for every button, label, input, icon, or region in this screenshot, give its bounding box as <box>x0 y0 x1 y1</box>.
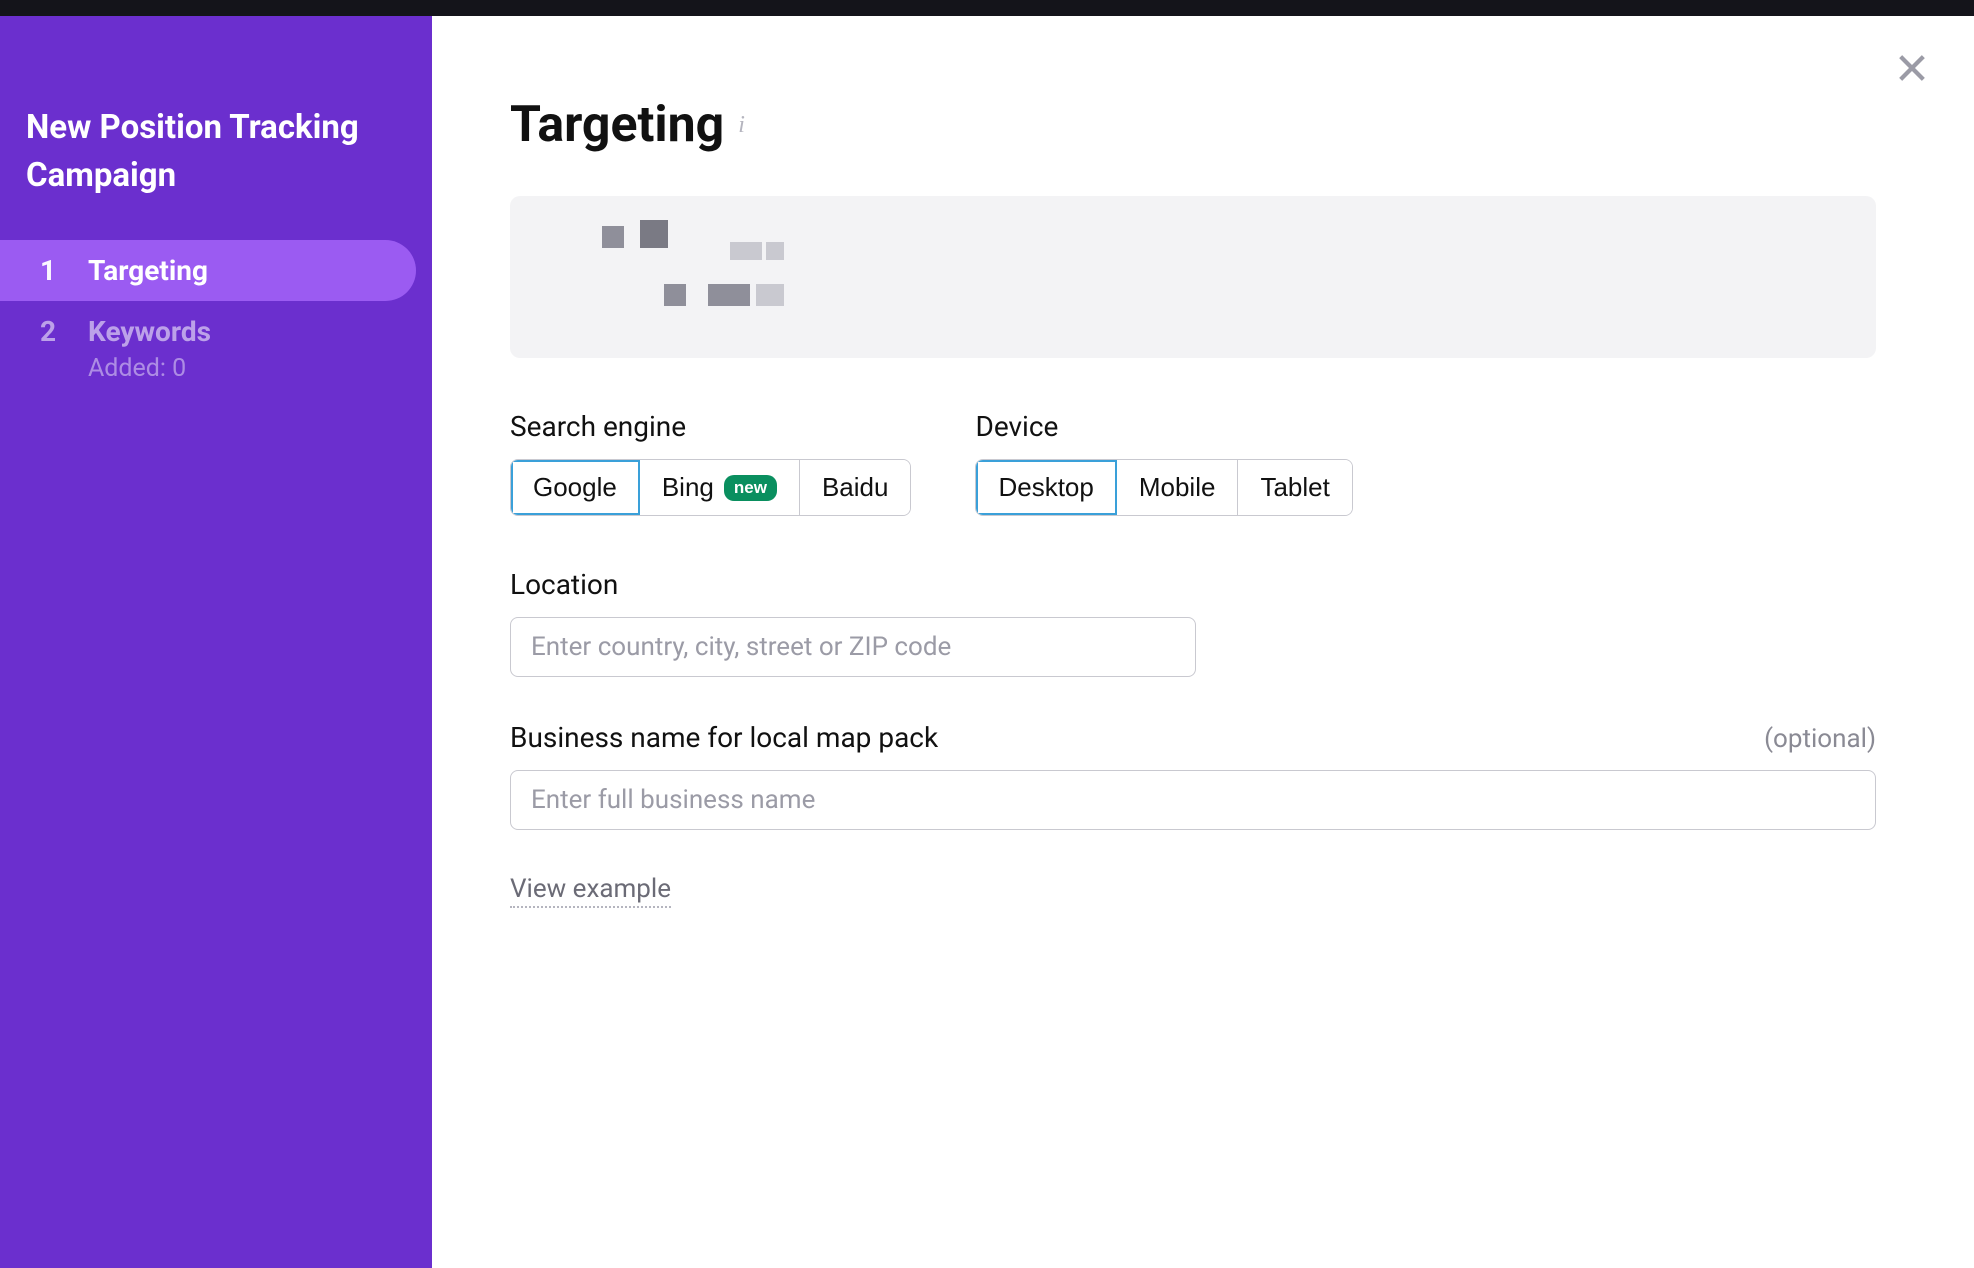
option-text: Mobile <box>1139 472 1216 503</box>
business-label-row: Business name for local map pack (option… <box>510 721 1876 754</box>
page-title: Targeting i <box>510 96 1896 154</box>
app-container: New Position Tracking Campaign 1 Targeti… <box>0 0 1974 1268</box>
business-label: Business name for local map pack <box>510 721 938 754</box>
placeholder-pixel <box>664 284 686 306</box>
placeholder-pixel <box>708 284 750 306</box>
step-number: 2 <box>36 315 60 348</box>
option-text: Desktop <box>998 472 1093 503</box>
placeholder-pixel <box>730 242 762 260</box>
business-input[interactable] <box>510 770 1876 830</box>
device-option-mobile[interactable]: Mobile <box>1117 460 1239 515</box>
main-panel: Targeting i Search engine Google Bing <box>432 16 1974 1268</box>
search-engine-group: Search engine Google Bing new Baidu <box>510 410 911 516</box>
option-text: Baidu <box>822 472 889 503</box>
sidebar-step-keywords[interactable]: 2 Keywords Added: 0 <box>0 301 432 397</box>
step-sublabel: Added: 0 <box>88 354 211 383</box>
option-text: Tablet <box>1260 472 1329 503</box>
close-icon <box>1895 51 1929 85</box>
view-example-link[interactable]: View example <box>510 874 671 908</box>
option-text: Google <box>533 472 617 503</box>
search-engine-segmented: Google Bing new Baidu <box>510 459 911 516</box>
search-engine-option-google[interactable]: Google <box>511 460 640 515</box>
placeholder-pixel <box>756 284 784 306</box>
new-badge: new <box>724 475 777 501</box>
location-input[interactable] <box>510 617 1196 677</box>
step-label: Keywords <box>88 315 211 348</box>
info-icon[interactable]: i <box>738 112 745 139</box>
device-segmented: Desktop Mobile Tablet <box>975 459 1352 516</box>
device-group: Device Desktop Mobile Tablet <box>975 410 1352 516</box>
placeholder-pixel <box>602 226 624 248</box>
form-row: Search engine Google Bing new Baidu Devi… <box>510 410 1896 516</box>
sidebar-step-targeting[interactable]: 1 Targeting <box>0 240 416 301</box>
placeholder-pixel <box>640 220 668 248</box>
search-engine-option-bing[interactable]: Bing new <box>640 460 800 515</box>
location-field: Location <box>510 568 1876 677</box>
search-engine-option-baidu[interactable]: Baidu <box>800 460 911 515</box>
location-label: Location <box>510 568 1876 601</box>
sidebar: New Position Tracking Campaign 1 Targeti… <box>0 16 432 1268</box>
close-button[interactable] <box>1886 42 1938 94</box>
device-option-tablet[interactable]: Tablet <box>1238 460 1351 515</box>
option-text: Bing <box>662 472 714 503</box>
business-field: Business name for local map pack (option… <box>510 721 1876 830</box>
placeholder-pixel <box>766 242 784 260</box>
page-title-text: Targeting <box>510 96 724 154</box>
sidebar-title: New Position Tracking Campaign <box>0 104 432 240</box>
optional-hint: (optional) <box>1764 724 1876 754</box>
top-bar <box>0 0 1974 16</box>
device-option-desktop[interactable]: Desktop <box>976 460 1116 515</box>
preview-box <box>510 196 1876 358</box>
search-engine-label: Search engine <box>510 410 911 443</box>
step-label: Targeting <box>88 254 208 287</box>
device-label: Device <box>975 410 1352 443</box>
step-number: 1 <box>36 254 60 287</box>
